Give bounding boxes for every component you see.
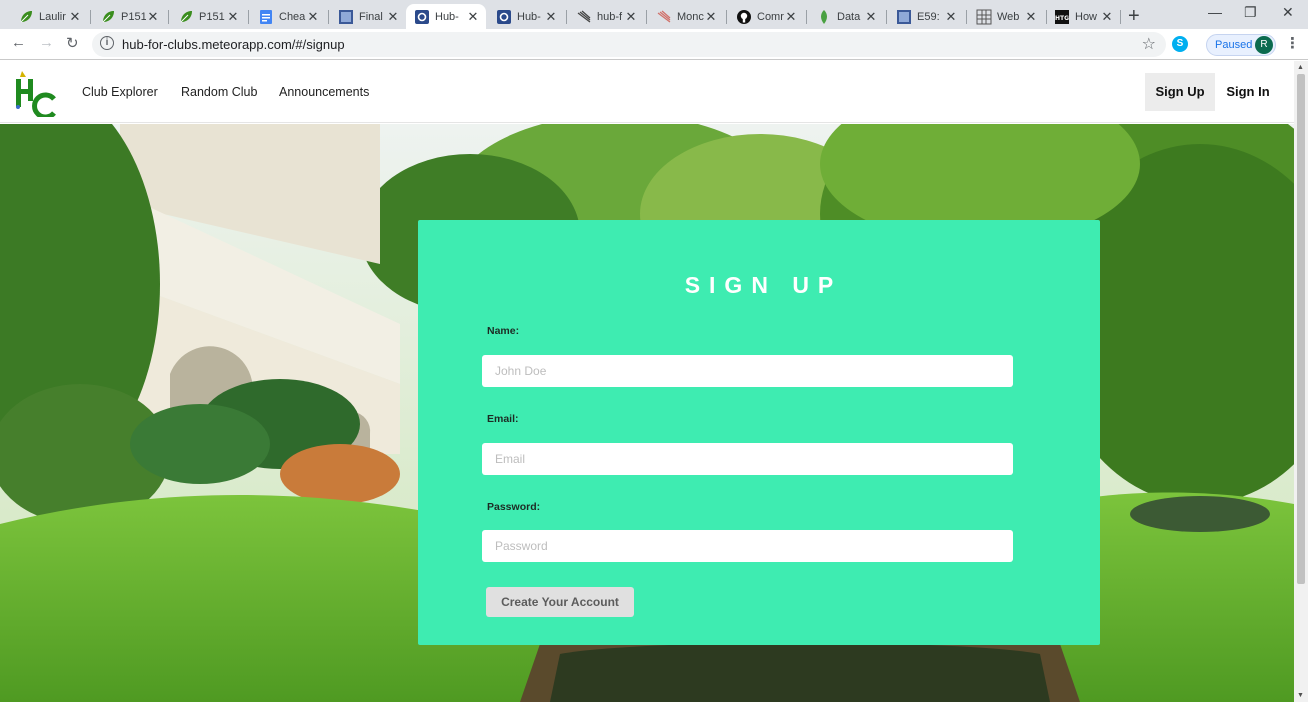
hub-for-clubs-logo[interactable] bbox=[14, 69, 58, 117]
scroll-up-icon[interactable]: ▲ bbox=[1297, 64, 1304, 71]
nav-club-explorer[interactable]: Club Explorer bbox=[82, 85, 158, 99]
doc-icon bbox=[339, 9, 353, 24]
htg-icon: HTG bbox=[1055, 9, 1069, 24]
feather-icon bbox=[577, 10, 591, 23]
google-docs-icon bbox=[260, 9, 272, 24]
menu-kebab-icon[interactable]: ⋮ bbox=[1285, 34, 1300, 52]
scrollbar-thumb[interactable] bbox=[1297, 74, 1305, 584]
leaf-icon bbox=[102, 10, 114, 22]
window-close-button[interactable]: ✕ bbox=[1282, 4, 1294, 21]
browser-tab[interactable]: P151 ✕ bbox=[92, 4, 166, 29]
password-label: Password: bbox=[487, 501, 541, 513]
browser-tab[interactable]: Final ✕ bbox=[330, 4, 406, 29]
github-icon bbox=[737, 9, 751, 24]
maximize-button[interactable]: ❐ bbox=[1244, 4, 1257, 21]
scroll-down-icon[interactable]: ▼ bbox=[1297, 692, 1304, 699]
create-account-button[interactable]: Create Your Account bbox=[486, 587, 634, 617]
close-icon[interactable]: ✕ bbox=[1024, 9, 1038, 25]
new-tab-button[interactable]: + bbox=[1128, 5, 1140, 28]
page-title: SIGN UP bbox=[684, 272, 843, 298]
site-navbar: Club Explorer Random Club Announcements … bbox=[0, 61, 1294, 123]
browser-tab[interactable]: E59: ✕ bbox=[888, 4, 964, 29]
grid-icon bbox=[976, 9, 992, 24]
svg-text:HTG: HTG bbox=[1055, 15, 1069, 22]
close-icon[interactable]: ✕ bbox=[864, 9, 878, 25]
name-label: Name: bbox=[487, 325, 520, 337]
email-field[interactable] bbox=[482, 443, 1013, 475]
close-icon[interactable]: ✕ bbox=[944, 9, 958, 25]
close-icon[interactable]: ✕ bbox=[784, 9, 798, 25]
reload-icon[interactable]: ↻ bbox=[66, 34, 79, 52]
name-field[interactable] bbox=[482, 355, 1013, 387]
leaf-icon bbox=[180, 10, 192, 22]
browser-tab[interactable]: Chea ✕ bbox=[250, 4, 326, 29]
close-icon[interactable]: ✕ bbox=[146, 9, 160, 25]
close-icon[interactable]: ✕ bbox=[306, 9, 320, 25]
browser-tab[interactable]: Web ✕ bbox=[968, 4, 1044, 29]
browser-tab[interactable]: Data ✕ bbox=[808, 4, 884, 29]
close-icon[interactable]: ✕ bbox=[68, 9, 82, 25]
close-icon[interactable]: ✕ bbox=[1100, 9, 1114, 25]
doc-icon bbox=[897, 9, 911, 24]
hub-icon bbox=[497, 9, 511, 24]
close-icon[interactable]: ✕ bbox=[386, 9, 400, 25]
password-field[interactable] bbox=[482, 530, 1013, 562]
url-text[interactable]: hub-for-clubs.meteorapp.com/#/signup bbox=[122, 37, 345, 52]
address-bar[interactable]: i hub-for-clubs.meteorapp.com/#/signup ☆ bbox=[92, 32, 1166, 57]
site-info-icon[interactable]: i bbox=[100, 36, 114, 50]
profile-button[interactable]: Paused R bbox=[1206, 34, 1276, 56]
close-icon[interactable]: ✕ bbox=[466, 9, 480, 25]
close-icon[interactable]: ✕ bbox=[704, 9, 718, 25]
mongodb-leaf-icon bbox=[821, 9, 827, 24]
back-arrow-icon[interactable]: ← bbox=[11, 34, 26, 51]
nav-announcements[interactable]: Announcements bbox=[279, 85, 369, 99]
skype-extension-icon[interactable]: S bbox=[1172, 36, 1188, 52]
sign-in-button[interactable]: Sign In bbox=[1224, 73, 1272, 111]
leaf-icon bbox=[20, 10, 32, 22]
browser-tab[interactable]: Comr ✕ bbox=[728, 4, 804, 29]
profile-status: Paused bbox=[1215, 39, 1253, 51]
browser-tab-strip: Laulir ✕ P151 ✕ P151 ✕ Chea ✕ Final ✕ Hub- ✕ H… bbox=[0, 0, 1308, 29]
close-icon[interactable]: ✕ bbox=[624, 9, 638, 25]
browser-tab[interactable]: HTG How ✕ bbox=[1046, 4, 1120, 29]
forward-arrow-icon[interactable]: → bbox=[39, 34, 54, 51]
browser-tab[interactable]: Monc ✕ bbox=[648, 4, 724, 29]
bookmark-star-icon[interactable]: ☆ bbox=[1142, 34, 1156, 54]
browser-tab[interactable]: Laulir ✕ bbox=[10, 4, 88, 29]
close-icon[interactable]: ✕ bbox=[544, 9, 558, 25]
browser-tab[interactable]: P151 ✕ bbox=[170, 4, 246, 29]
feather-icon bbox=[657, 10, 671, 23]
signup-card: SIGN UP Name: Email: Password: Create Yo… bbox=[418, 220, 1100, 645]
nav-random-club[interactable]: Random Club bbox=[181, 85, 257, 99]
close-icon[interactable]: ✕ bbox=[226, 9, 240, 25]
avatar: R bbox=[1255, 36, 1273, 54]
browser-tab[interactable]: hub-f ✕ bbox=[568, 4, 644, 29]
browser-tab[interactable]: Hub- ✕ bbox=[488, 4, 564, 29]
sign-up-button[interactable]: Sign Up bbox=[1145, 73, 1215, 111]
minimize-button[interactable]: — bbox=[1208, 4, 1222, 20]
browser-tab-active[interactable]: Hub- ✕ bbox=[406, 4, 486, 29]
browser-toolbar: ← → ↻ i hub-for-clubs.meteorapp.com/#/si… bbox=[0, 29, 1308, 60]
hub-icon bbox=[415, 9, 429, 24]
email-label: Email: bbox=[487, 413, 519, 425]
